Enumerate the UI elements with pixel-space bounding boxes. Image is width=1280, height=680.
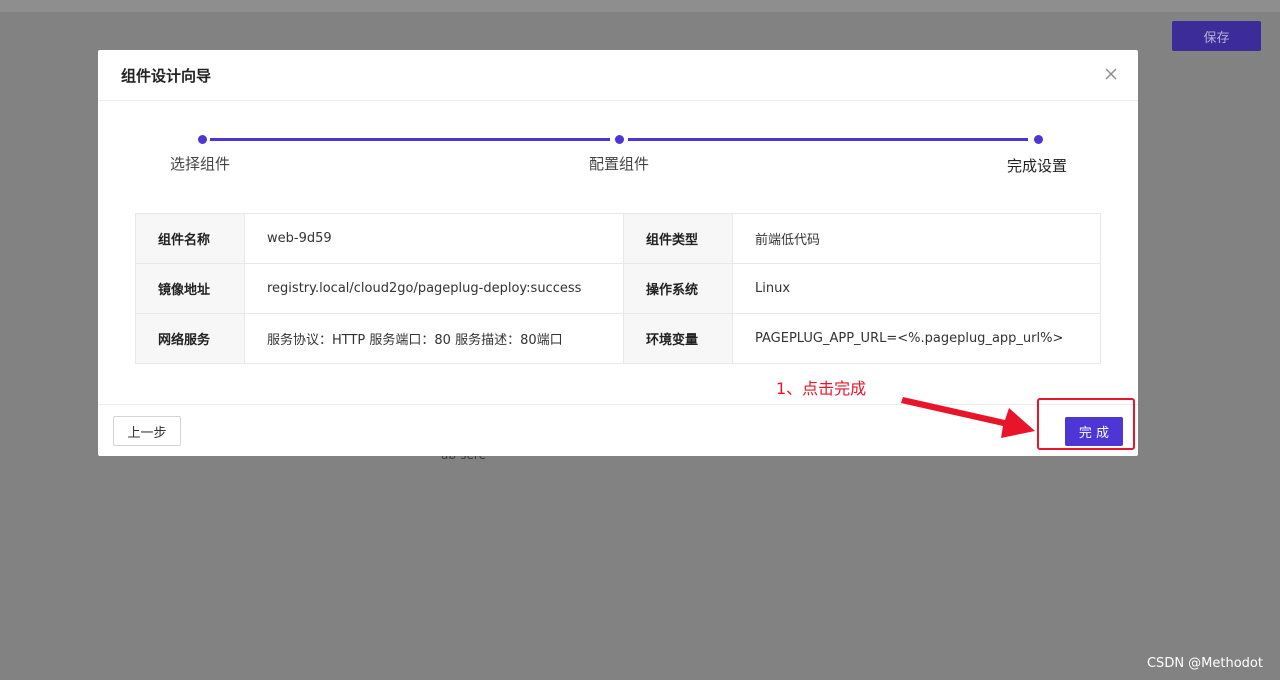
table-label: 操作系统 xyxy=(623,263,733,314)
table-row: 组件名称 web-9d59 组件类型 前端低代码 xyxy=(135,213,1101,264)
table-label: 网络服务 xyxy=(135,313,245,364)
step-connector xyxy=(210,138,610,141)
table-row: 网络服务 服务协议：HTTP 服务端口：80 服务描述：80端口 环境变量 PA… xyxy=(135,313,1101,364)
watermark: CSDN @Methodot xyxy=(1146,656,1263,671)
step-label-finish: 完成设置 xyxy=(1007,157,1068,175)
table-label: 环境变量 xyxy=(623,313,733,364)
modal-title: 组件设计向导 xyxy=(121,67,212,85)
table-value: PAGEPLUG_APP_URL=<%.pageplug_app_url%> xyxy=(732,313,1101,364)
table-value: Linux xyxy=(732,263,1101,314)
table-label: 镜像地址 xyxy=(135,263,245,314)
step-connector xyxy=(628,138,1028,141)
component-summary-table: 组件名称 web-9d59 组件类型 前端低代码 镜像地址 registry.l… xyxy=(135,213,1101,364)
annotation-text: 1、点击完成 xyxy=(776,379,867,398)
wizard-steps: 选择组件 配置组件 完成设置 xyxy=(98,130,1138,180)
previous-step-button[interactable]: 上一步 xyxy=(113,416,181,446)
table-value: 服务协议：HTTP 服务端口：80 服务描述：80端口 xyxy=(244,313,624,364)
table-value: registry.local/cloud2go/pageplug-deploy:… xyxy=(244,263,624,314)
table-label: 组件名称 xyxy=(135,213,245,264)
modal-header: 组件设计向导 xyxy=(98,50,1138,101)
save-button[interactable]: 保存 xyxy=(1172,21,1261,51)
table-value: web-9d59 xyxy=(244,213,624,264)
step-dot-configure xyxy=(615,135,624,144)
step-label-select: 选择组件 xyxy=(170,155,231,173)
step-label-configure: 配置组件 xyxy=(589,155,650,173)
table-label: 组件类型 xyxy=(623,213,733,264)
table-row: 镜像地址 registry.local/cloud2go/pageplug-de… xyxy=(135,263,1101,314)
annotation-highlight-box xyxy=(1037,398,1135,450)
annotation-arrow-icon xyxy=(901,397,1035,438)
top-bar xyxy=(0,0,1280,12)
step-dot-finish xyxy=(1034,135,1043,144)
step-dot-select xyxy=(198,135,207,144)
table-value: 前端低代码 xyxy=(732,213,1101,264)
close-icon[interactable] xyxy=(1102,65,1120,83)
